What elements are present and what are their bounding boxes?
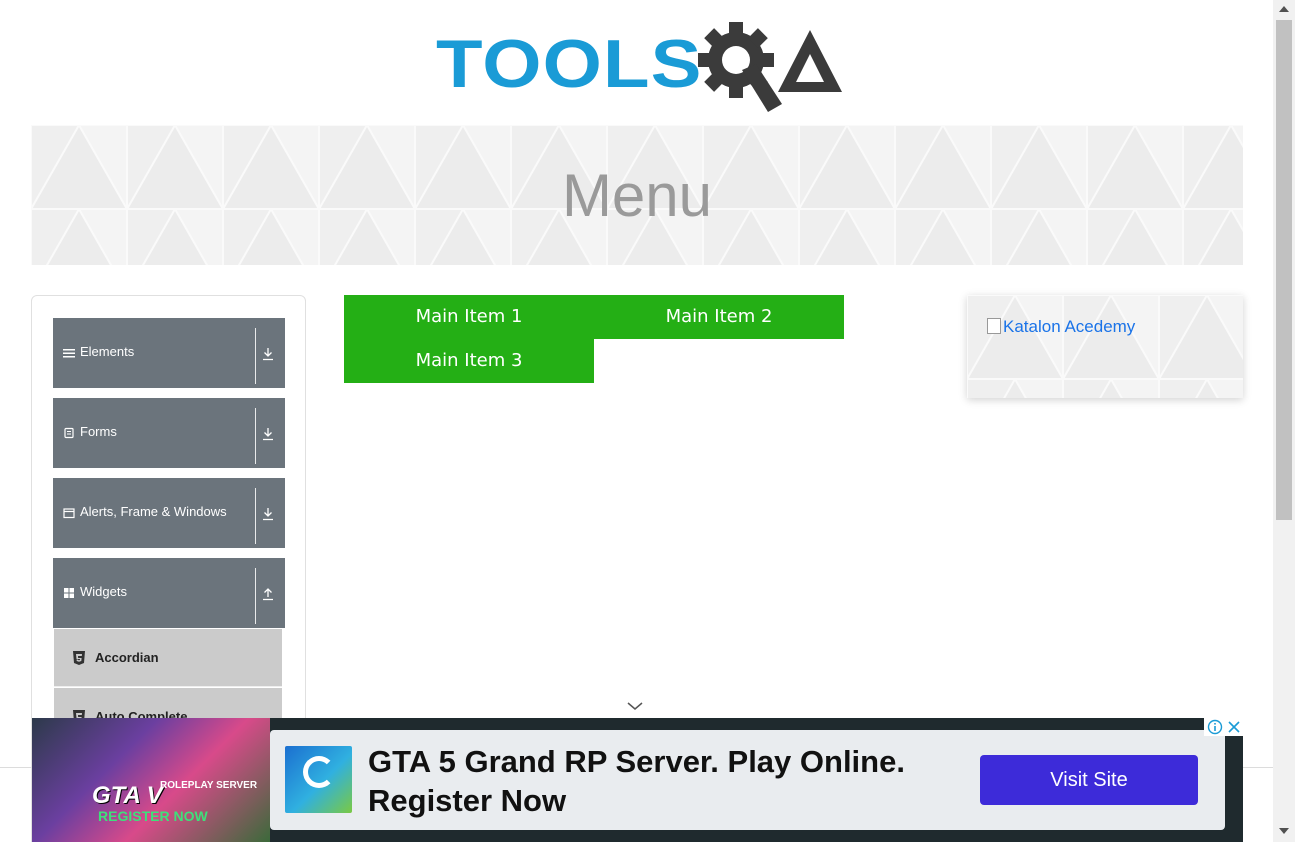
sidebar-group-widgets[interactable]: Widgets bbox=[53, 558, 285, 628]
hamburger-icon bbox=[63, 349, 75, 358]
sidebar-group-label: Elements bbox=[80, 344, 135, 359]
close-icon[interactable] bbox=[1226, 719, 1242, 735]
download-icon[interactable] bbox=[262, 347, 274, 361]
sidebar-group-forms[interactable]: Forms bbox=[53, 398, 285, 468]
sidebar-group-label: Widgets bbox=[80, 584, 127, 599]
ad-image-title: GTA V bbox=[92, 782, 163, 809]
ad-game-image[interactable]: GTA V ROLEPLAY SERVER REGISTER NOW bbox=[32, 718, 270, 842]
broken-image-icon bbox=[987, 318, 1001, 334]
info-icon[interactable] bbox=[1207, 719, 1223, 735]
sidebar-group-label: Forms bbox=[80, 424, 117, 439]
form-icon bbox=[64, 427, 74, 439]
logo-tools-text: TOOLS bbox=[436, 26, 703, 102]
page: TOOLS Menu Elements Forms Alerts, Frame … bbox=[0, 0, 1295, 842]
scroll-down-arrow-icon[interactable] bbox=[1279, 828, 1289, 834]
toolsqa-logo[interactable]: TOOLS bbox=[436, 18, 842, 114]
html5-icon bbox=[73, 651, 85, 665]
katalon-ad-alt-text: Katalon Acedemy bbox=[1003, 317, 1136, 336]
download-icon[interactable] bbox=[262, 427, 274, 441]
katalon-ad-card[interactable]: Katalon Acedemy bbox=[967, 295, 1243, 398]
ad-image-cta: REGISTER NOW bbox=[98, 808, 208, 824]
gear-icon bbox=[698, 22, 782, 112]
vertical-scrollbar[interactable] bbox=[1273, 0, 1295, 842]
scroll-thumb[interactable] bbox=[1276, 20, 1292, 520]
window-icon bbox=[63, 508, 75, 519]
visit-site-button[interactable]: Visit Site bbox=[980, 755, 1198, 805]
menu-main-item-1[interactable]: Main Item 1 bbox=[344, 295, 594, 339]
menu-main-item-2[interactable]: Main Item 2 bbox=[594, 295, 844, 339]
divider bbox=[255, 328, 256, 384]
chevron-down-icon[interactable] bbox=[626, 700, 644, 712]
divider bbox=[255, 568, 256, 624]
page-title: Menu bbox=[561, 162, 713, 229]
ad-image-subtitle: ROLEPLAY SERVER bbox=[160, 780, 258, 791]
page-banner: Menu bbox=[31, 125, 1243, 265]
sidebar-item-accordian[interactable]: Accordian bbox=[54, 629, 282, 687]
ad-thumbnail[interactable] bbox=[285, 746, 352, 813]
scroll-up-arrow-icon[interactable] bbox=[1279, 6, 1289, 12]
ad-headline[interactable]: GTA 5 Grand RP Server. Play Online. Regi… bbox=[368, 742, 928, 820]
logo-a-glyph bbox=[778, 30, 842, 92]
card-triangle-pattern bbox=[967, 295, 1243, 398]
download-icon[interactable] bbox=[262, 507, 274, 521]
g-logo-icon bbox=[303, 756, 335, 788]
grid-icon bbox=[64, 588, 74, 598]
divider bbox=[255, 488, 256, 544]
sidebar-group-label: Alerts, Frame & Windows bbox=[80, 504, 227, 519]
sidebar-group-alerts[interactable]: Alerts, Frame & Windows bbox=[53, 478, 285, 548]
adchoices bbox=[1204, 718, 1243, 736]
upload-icon[interactable] bbox=[262, 587, 274, 601]
ad-content[interactable]: GTA 5 Grand RP Server. Play Online. Regi… bbox=[270, 730, 1225, 830]
sidebar-group-elements[interactable]: Elements bbox=[53, 318, 285, 388]
sidebar-item-label: Accordian bbox=[95, 650, 159, 665]
menu-main-item-3[interactable]: Main Item 3 bbox=[344, 339, 594, 383]
bottom-ad-banner[interactable]: GTA V ROLEPLAY SERVER REGISTER NOW GTA 5… bbox=[32, 718, 1243, 842]
katalon-ad-link[interactable]: Katalon Acedemy bbox=[987, 317, 1135, 337]
divider bbox=[255, 408, 256, 464]
